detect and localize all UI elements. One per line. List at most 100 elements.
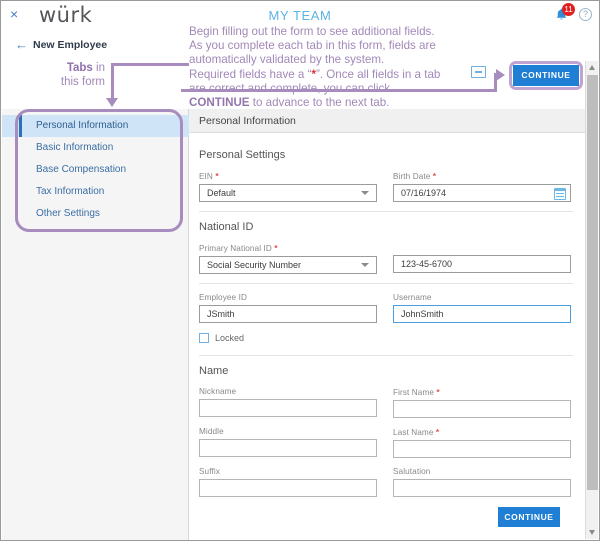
section-title-personal-settings: Personal Settings [199, 149, 286, 161]
comment-bubble-icon[interactable] [471, 66, 486, 78]
primary-national-id-value: Social Security Number [207, 260, 302, 270]
chevron-down-icon [361, 263, 369, 267]
last-name-input[interactable] [393, 440, 571, 458]
ein-value: Default [207, 188, 236, 198]
field-label-last-name: Last Name * [393, 427, 571, 437]
primary-national-id-select[interactable]: Social Security Number [199, 256, 377, 274]
birth-date-input[interactable]: 07/16/1974 [393, 184, 571, 202]
tab-label: Other Settings [36, 208, 100, 219]
divider-2 [199, 283, 573, 284]
label-text: Employee ID [199, 293, 247, 302]
form-row-middle-lastname: Middle Last Name * [199, 427, 573, 458]
field-label-suffix: Suffix [199, 467, 377, 476]
label-text: Salutation [393, 467, 431, 476]
field-first-name: First Name * [393, 387, 571, 418]
nickname-input[interactable] [199, 399, 377, 417]
field-last-name: Last Name * [393, 427, 571, 458]
instruction-line-4-a: Required fields have a “ [189, 67, 312, 81]
divider-1 [199, 211, 573, 212]
back-to-new-employee[interactable]: ← New Employee [15, 37, 107, 52]
back-label: New Employee [33, 38, 108, 51]
label-text: Primary National ID [199, 244, 272, 253]
suffix-input[interactable] [199, 479, 377, 497]
section-title-name: Name [199, 365, 229, 377]
field-label-primary-national-id: Primary National ID * [199, 243, 377, 253]
field-label-salutation: Salutation [393, 467, 571, 476]
form-row-employee-username: Employee ID JSmith Username JohnSmith [199, 293, 573, 323]
field-label-first-name: First Name * [393, 387, 571, 397]
field-label-ein: EIN * [199, 171, 377, 181]
scrollbar-thumb[interactable] [587, 75, 598, 490]
field-employee-id: Employee ID JSmith [199, 293, 377, 323]
tabs-annotation-line2: this form [60, 76, 105, 88]
scroll-down-arrow-icon[interactable] [589, 530, 595, 535]
annotation-line-top-horizontal [111, 63, 189, 66]
middle-name-input[interactable] [199, 439, 377, 457]
locked-checkbox[interactable] [199, 333, 209, 343]
tab-label: Base Compensation [36, 164, 127, 175]
continue-button-top[interactable]: CONTINUE [513, 65, 579, 86]
tabs-annotation-text: Tabs in this form [27, 61, 105, 89]
field-ein: EIN * Default [199, 171, 377, 202]
sidebar-item-other-settings[interactable]: Other Settings [2, 203, 189, 225]
sidebar-item-personal-information[interactable]: Personal Information [2, 115, 189, 137]
locked-checkbox-row[interactable]: Locked [199, 333, 573, 343]
label-text: Last Name [393, 428, 434, 437]
sidebar-item-basic-information[interactable]: Basic Information [2, 137, 189, 159]
username-input[interactable]: JohnSmith [393, 305, 571, 323]
form-section-header: Personal Information [189, 109, 587, 133]
tab-label: Personal Information [36, 120, 129, 131]
first-name-input[interactable] [393, 400, 571, 418]
instruction-line-3: automatically validated by the system. [189, 53, 385, 67]
app-window: × würk MY TEAM 11 ? ← New Employee Begin… [0, 0, 600, 541]
continue-button-bottom[interactable]: CONTINUE [498, 507, 560, 527]
required-asterisk: * [436, 387, 440, 397]
field-nickname: Nickname [199, 387, 377, 418]
vertical-scrollbar[interactable] [585, 61, 598, 539]
chevron-down-icon [361, 191, 369, 195]
instruction-line-4: Required fields have a “*”. Once all fie… [189, 68, 469, 82]
instruction-continue-emphasis: CONTINUE [189, 96, 250, 110]
instruction-line-2: As you complete each tab in this form, f… [189, 39, 436, 53]
field-national-id-number: 123-45-6700 [393, 243, 571, 274]
help-icon[interactable]: ? [579, 8, 592, 21]
annotation-arrow-right-icon [496, 69, 505, 81]
national-id-number-input[interactable]: 123-45-6700 [393, 255, 571, 273]
label-text: First Name [393, 388, 435, 397]
annotation-line-bottom-horizontal [181, 89, 497, 92]
tabs-list: Personal Information Basic Information B… [2, 115, 189, 225]
field-salutation: Salutation [393, 467, 571, 497]
instruction-line-4-b: ”. Once all fields in a tab [315, 67, 441, 81]
tab-label: Tax Information [36, 186, 105, 197]
notifications-bell-icon[interactable]: 11 [554, 3, 575, 25]
sidebar-item-tax-information[interactable]: Tax Information [2, 181, 189, 203]
field-label-username: Username [393, 293, 571, 302]
ein-select[interactable]: Default [199, 184, 377, 202]
field-label-nickname: Nickname [199, 387, 377, 396]
calendar-icon[interactable] [554, 188, 566, 200]
salutation-input[interactable] [393, 479, 571, 497]
field-primary-national-id: Primary National ID * Social Security Nu… [199, 243, 377, 274]
required-asterisk: * [432, 171, 437, 181]
tabs-annotation-bold: Tabs [66, 62, 93, 74]
birth-date-value: 07/16/1974 [401, 188, 447, 198]
section-title-national-id: National ID [199, 221, 254, 233]
employee-id-input[interactable]: JSmith [199, 305, 377, 323]
form-panel: Personal Information Personal Settings E… [189, 109, 587, 540]
form-tabs-sidebar: Personal Information Basic Information B… [2, 109, 189, 540]
form-row-ein-birthdate: EIN * Default Birth Date * 07/16/1974 [199, 171, 573, 202]
notification-count-badge: 11 [562, 3, 575, 16]
employee-id-value: JSmith [207, 309, 235, 319]
page-title: MY TEAM [268, 8, 332, 23]
username-value: JohnSmith [401, 309, 444, 319]
scroll-up-arrow-icon[interactable] [589, 65, 595, 70]
label-text: EIN [199, 172, 213, 181]
sidebar-item-base-compensation[interactable]: Base Compensation [2, 159, 189, 181]
label-text: Birth Date [393, 172, 431, 181]
required-asterisk: * [215, 171, 219, 181]
field-middle: Middle [199, 427, 377, 458]
divider-3 [199, 355, 573, 356]
required-asterisk: * [274, 243, 278, 253]
field-label-employee-id: Employee ID [199, 293, 377, 302]
field-label-middle: Middle [199, 427, 377, 436]
